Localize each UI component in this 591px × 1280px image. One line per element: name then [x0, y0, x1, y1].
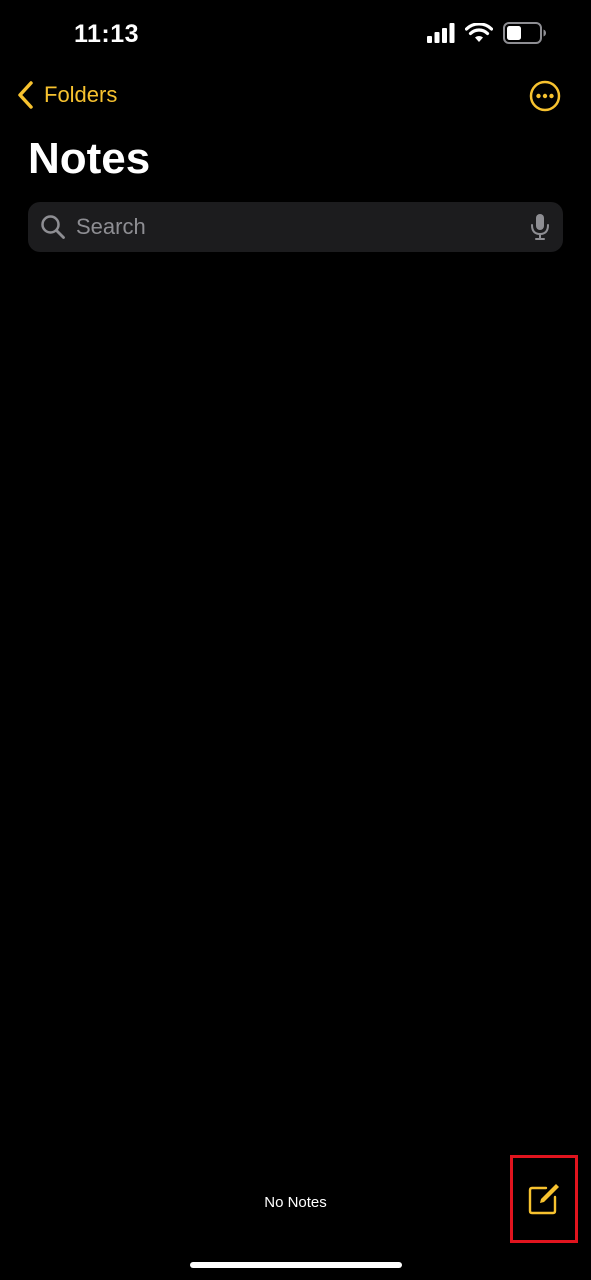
- magnifying-glass-icon: [41, 215, 65, 239]
- battery-icon: [503, 22, 546, 44]
- microphone-icon[interactable]: [529, 213, 551, 241]
- notes-count: No Notes: [264, 1194, 327, 1211]
- status-time: 11:13: [74, 20, 140, 48]
- search-input[interactable]: [74, 213, 529, 241]
- cellular-signal-icon: [427, 23, 455, 43]
- chevron-left-icon: [18, 81, 33, 109]
- home-indicator: [190, 1262, 402, 1268]
- page-title: Notes: [28, 134, 151, 183]
- wifi-icon: [465, 23, 493, 42]
- back-button[interactable]: Folders: [16, 80, 117, 110]
- more-button[interactable]: [529, 80, 561, 112]
- nav-bar: Folders: [0, 70, 591, 126]
- back-label: Folders: [44, 82, 118, 107]
- compose-icon: [528, 1184, 559, 1215]
- bottom-toolbar: No Notes: [0, 1155, 591, 1250]
- search-bar[interactable]: [28, 202, 563, 252]
- notes-list: [0, 260, 591, 1140]
- status-icons: [427, 22, 547, 44]
- compose-button[interactable]: [510, 1155, 578, 1243]
- ellipsis-circle-icon: [529, 80, 561, 112]
- status-bar: 11:13: [0, 0, 591, 70]
